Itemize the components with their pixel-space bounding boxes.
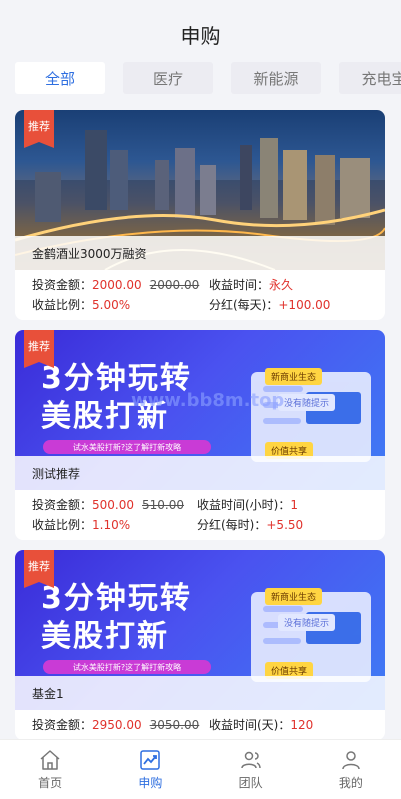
page-header: 申购 [0,0,401,62]
dividend-label: 分红(每天)： [209,298,279,312]
period-value: 120 [290,718,314,732]
tab-new-energy[interactable]: 新能源 [231,62,321,94]
period-label: 收益时间(天)： [209,718,291,732]
amount-value: 500.00 [92,498,135,512]
original-amount: 510.00 [142,498,185,512]
promo-tag: 没有随提示 [278,614,336,631]
tab-all[interactable]: 全部 [15,62,105,94]
team-icon [240,751,261,769]
dividend-label: 分红(每时)： [197,518,267,532]
product-list: 推荐 金鹤酒业3000万融资 投资金额：2000.00 2000.00 收益时间：… [15,110,385,750]
product-info: 投资金额：2000.00 2000.00 收益时间：永久 收益比例：5.00% 分… [15,270,385,320]
ratio-value: 1.10% [92,518,131,532]
tabbar-subscribe-label: 申购 [138,776,163,790]
watermark: www.bb8m.top [131,390,285,411]
product-banner-image: 推荐 金鹤酒业3000万融资 [15,110,385,270]
recommend-badge: 推荐 [24,550,54,588]
tabbar-mine-label: 我的 [338,776,363,790]
promo-tag: 新商业生态 [265,368,323,385]
product-name: 基金1 [15,676,385,710]
promo-tag: 没有随提示 [278,394,336,411]
amount-value: 2000.00 [92,278,142,292]
recommend-badge: 推荐 [24,110,54,148]
amount-label: 投资金额： [32,278,93,292]
recommend-badge: 推荐 [24,330,54,368]
product-info: 投资金额：2950.00 3050.00 收益时间(天)：120 [15,710,385,740]
original-amount: 2000.00 [149,278,200,292]
tabbar-team-label: 团队 [238,776,263,790]
original-amount: 3050.00 [149,718,200,732]
promo-headline: 3分钟玩转 美股打新 [41,581,192,654]
ratio-value: 5.00% [92,298,131,312]
tabbar-home-label: 首页 [38,776,63,790]
tabbar-team[interactable]: 团队 [201,740,301,799]
ratio-label: 收益比例： [32,298,93,312]
promo-tag: 新商业生态 [265,588,323,605]
amount-value: 2950.00 [92,718,142,732]
ratio-label: 收益比例： [32,518,93,532]
dividend-value: +100.00 [278,298,331,312]
home-icon [40,750,60,770]
amount-label: 投资金额： [32,498,93,512]
tabbar-subscribe[interactable]: 申购 [100,740,200,799]
bottom-tab-bar: 首页 申购 团队 我的 [0,739,401,799]
category-tabs: 全部 医疗 新能源 充电宝 [15,62,401,96]
user-icon [342,751,360,770]
product-name: 金鹤酒业3000万融资 [15,236,385,270]
period-label: 收益时间： [209,278,270,292]
period-label: 收益时间(小时)： [197,498,291,512]
period-value: 永久 [269,278,294,292]
promo-strip: 试水美股打新?这了解打新攻略 [43,660,211,674]
period-value: 1 [290,498,299,512]
tabbar-home[interactable]: 首页 [0,740,100,799]
tab-medical[interactable]: 医疗 [123,62,213,94]
product-card[interactable]: 推荐 金鹤酒业3000万融资 投资金额：2000.00 2000.00 收益时间：… [15,110,385,320]
page-title: 申购 [180,23,221,48]
product-info: 投资金额：500.00 510.00 收益时间(小时)：1 收益比例：1.10% … [15,490,385,540]
product-banner-image: 新商业生态 没有随提示 价值共享 3分钟玩转 美股打新 试水美股打新?这了解打新… [15,550,385,710]
chart-icon [140,750,161,770]
dividend-value: +5.50 [266,518,304,532]
tab-power-bank[interactable]: 充电宝 [339,62,401,94]
product-card[interactable]: 新商业生态 没有随提示 价值共享 3分钟玩转 美股打新 试水美股打新?这了解打新… [15,550,385,740]
promo-strip: 试水美股打新?这了解打新攻略 [43,440,211,454]
tabbar-mine[interactable]: 我的 [301,740,401,799]
product-banner-image: 新商业生态 没有随提示 价值共享 3分钟玩转 美股打新 试水美股打新?这了解打新… [15,330,385,490]
amount-label: 投资金额： [32,718,93,732]
product-name: 测试推荐 [15,456,385,490]
product-card[interactable]: 新商业生态 没有随提示 价值共享 3分钟玩转 美股打新 试水美股打新?这了解打新… [15,330,385,540]
